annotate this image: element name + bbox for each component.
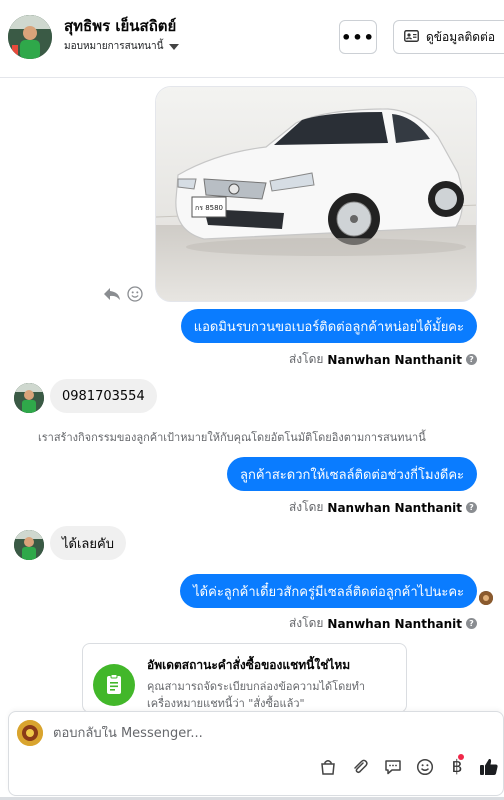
- customer-name[interactable]: สุทธิพร เย็นสถิตย์: [64, 14, 176, 38]
- card-body: คุณสามารถจัดระเบียบกล่องข้อความได้โดยทำเ…: [147, 680, 366, 710]
- sender-name: Nanwhan Nanthanit: [327, 352, 462, 367]
- license-plate: กร 8580: [195, 204, 223, 212]
- incoming-message[interactable]: 0981703554: [50, 379, 157, 413]
- help-icon[interactable]: ?: [466, 618, 477, 629]
- incoming-message[interactable]: ได้เลยคับ: [50, 526, 126, 560]
- notification-dot: [458, 754, 464, 760]
- assign-label: มอบหมายการสนทนานี้: [64, 41, 164, 52]
- saved-reply-icon[interactable]: [382, 756, 404, 778]
- outgoing-message[interactable]: ได้ค่ะลูกค้าเดี๋ยวสักครู่มีเซลล์ติดต่อลู…: [180, 574, 477, 608]
- message-composer: ฿: [8, 711, 504, 796]
- assign-conversation-dropdown[interactable]: มอบหมายการสนทนานี้: [64, 39, 180, 54]
- thumbs-up-icon[interactable]: [478, 756, 500, 778]
- order-status-card[interactable]: อัพเดตสถานะคำสั่งซื้อของแชทนี้ใช่ไหม คุณ…: [82, 643, 407, 713]
- reply-icon[interactable]: [103, 286, 121, 306]
- seen-by-avatar: [479, 591, 493, 605]
- order-form-icon: [93, 664, 135, 706]
- react-emoji-icon[interactable]: [127, 286, 143, 306]
- outgoing-message[interactable]: แอดมินรบกวนขอเบอร์ติดต่อลูกค้าหน่อยได้มั…: [180, 309, 477, 343]
- baht-icon[interactable]: ฿: [446, 754, 468, 778]
- shopping-bag-icon[interactable]: [317, 756, 339, 778]
- customer-avatar-small: [14, 530, 44, 560]
- reply-input[interactable]: [53, 726, 473, 741]
- help-icon[interactable]: ?: [466, 502, 477, 513]
- car-photo-message[interactable]: กร 8580: [155, 86, 477, 302]
- card-title: อัพเดตสถานะคำสั่งซื้อของแชทนี้ใช่ไหม: [147, 658, 351, 672]
- customer-avatar-small: [14, 383, 44, 413]
- page-avatar: [17, 720, 43, 746]
- view-contact-button[interactable]: ดูข้อมูลติดต่อ: [393, 20, 504, 54]
- customer-avatar[interactable]: [8, 15, 52, 59]
- caret-down-icon: [169, 43, 180, 50]
- help-icon[interactable]: ?: [466, 354, 477, 365]
- paperclip-icon[interactable]: [349, 756, 371, 778]
- conversation-header: สุทธิพร เย็นสถิตย์ มอบหมายการสนทนานี้ ••…: [0, 0, 504, 78]
- more-options-button[interactable]: •••: [339, 20, 377, 54]
- contact-card-icon: [404, 29, 419, 45]
- lead-activity-note: เราสร้างกิจกรรมของลูกค้าเป้าหมายให้กับคุ…: [38, 431, 426, 444]
- sent-by-label: ส่งโดย Nanwhan Nanthanit ?: [289, 498, 477, 517]
- emoji-icon[interactable]: [414, 756, 436, 778]
- view-contact-label: ดูข้อมูลติดต่อ: [426, 29, 496, 44]
- sent-by-label: ส่งโดย Nanwhan Nanthanit ?: [289, 350, 477, 369]
- outgoing-message[interactable]: ลูกค้าสะดวกให้เซลล์ติดต่อช่วงกี่โมงดีคะ: [227, 457, 477, 491]
- sender-name: Nanwhan Nanthanit: [327, 500, 462, 515]
- sender-name: Nanwhan Nanthanit: [327, 616, 462, 631]
- sent-by-label: ส่งโดย Nanwhan Nanthanit ?: [289, 614, 477, 633]
